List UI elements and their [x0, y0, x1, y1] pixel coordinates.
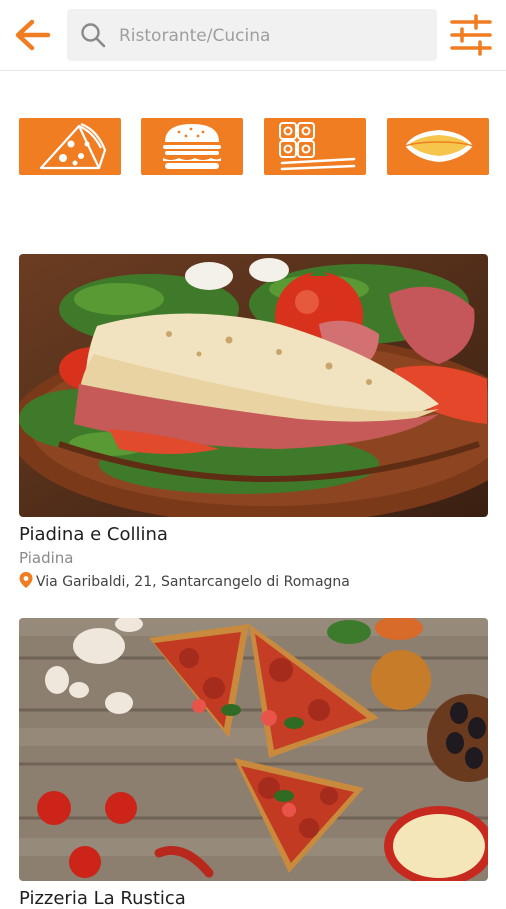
category-pizza[interactable] [19, 118, 121, 175]
arrow-left-icon [15, 19, 51, 51]
sushi-icon [279, 122, 356, 171]
location-pin-icon [19, 572, 33, 588]
restaurant-photo [19, 254, 488, 517]
filter-button[interactable] [446, 14, 496, 56]
restaurant-address: Via Garibaldi, 21, Santarcangelo di Roma… [36, 574, 350, 590]
category-bar [19, 118, 489, 176]
piadina-icon [404, 130, 474, 162]
restaurant-card[interactable]: Pizzeria La Rustica [19, 618, 488, 909]
back-button[interactable] [12, 18, 54, 52]
restaurant-name: Pizzeria La Rustica [19, 888, 186, 909]
restaurant-cuisine: Piadina [19, 549, 74, 567]
search-input[interactable] [117, 9, 431, 63]
search-icon [81, 23, 106, 48]
top-bar [0, 0, 506, 71]
burger-icon [163, 124, 221, 169]
sliders-icon [450, 14, 492, 56]
pizza-slice-icon [39, 122, 107, 170]
category-piadina[interactable] [387, 118, 489, 175]
category-sushi[interactable] [264, 118, 366, 175]
restaurant-card[interactable]: Piadina e Collina Piadina Via Garibaldi,… [19, 254, 488, 594]
restaurant-name: Piadina e Collina [19, 524, 168, 545]
search-bar [67, 9, 437, 63]
category-burger[interactable] [141, 118, 243, 175]
restaurant-address-row: Via Garibaldi, 21, Santarcangelo di Roma… [19, 572, 350, 590]
restaurant-photo [19, 618, 488, 881]
